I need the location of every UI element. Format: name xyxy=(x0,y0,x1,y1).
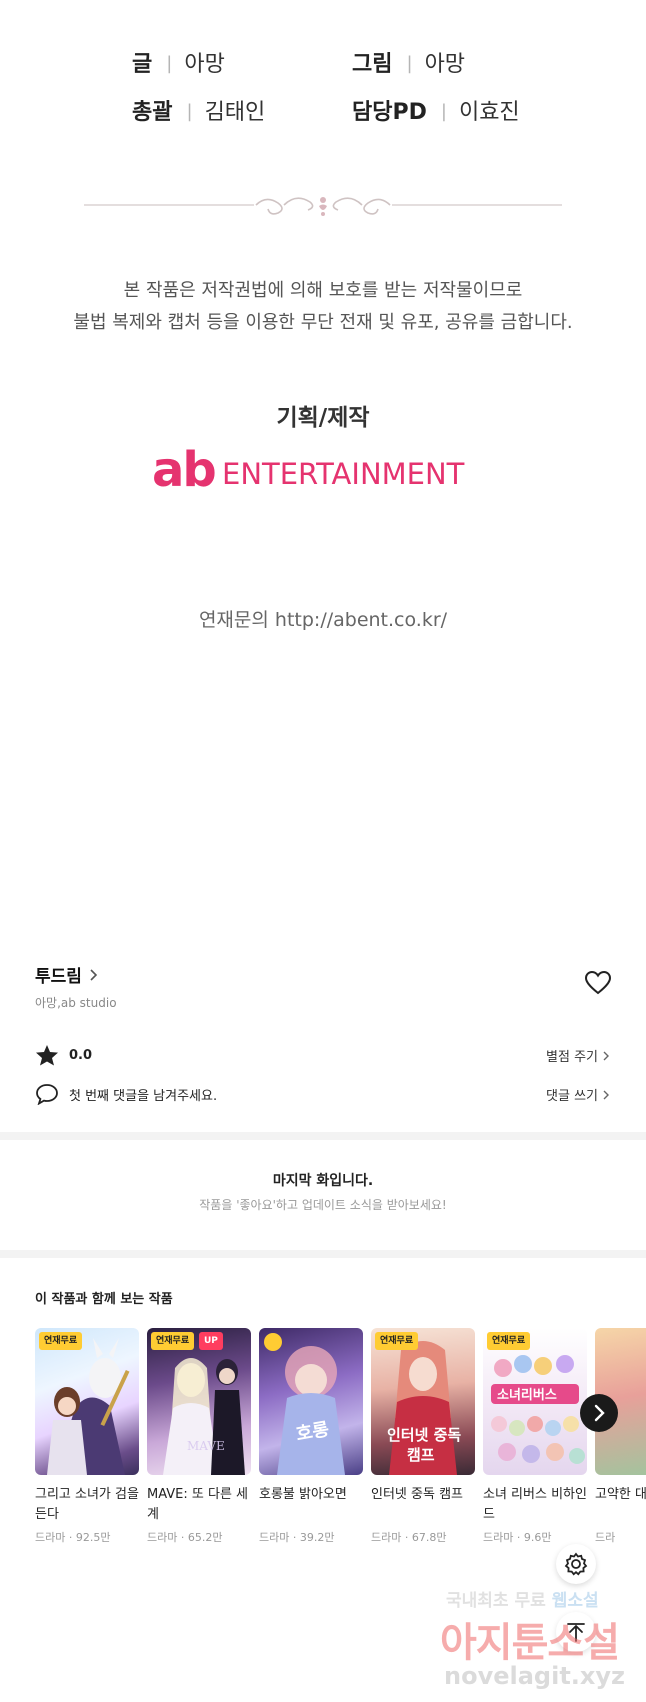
up-badge: UP xyxy=(199,1332,223,1350)
work-authors: 아망,ab studio xyxy=(35,996,117,1010)
credit-separator: | xyxy=(166,53,173,74)
free-badge: 연재무료 xyxy=(375,1332,419,1350)
thumbnail-art: 소녀리버스 xyxy=(491,1355,585,1464)
credit-name: 이효진 xyxy=(458,100,520,125)
rec-thumbnail: 인터넷 중독 캠프 연재무료 xyxy=(371,1328,475,1475)
last-episode-title: 마지막 화입니다. xyxy=(272,1173,374,1189)
chevron-right-icon xyxy=(90,968,98,981)
rate-button[interactable]: 별점 주기 xyxy=(546,1046,610,1065)
notice-line-1: 본 작품은 저작권법에 의해 보호를 받는 저작물이므로 xyxy=(123,280,523,301)
rec-title: 인터넷 중독 캠프 xyxy=(371,1487,463,1502)
rec-item[interactable]: 고약한 대 드라 xyxy=(595,1328,646,1545)
svg-text:MAVE: MAVE xyxy=(187,1439,225,1453)
chevron-right-icon xyxy=(603,1090,609,1099)
free-badge: 연재무료 xyxy=(151,1332,195,1350)
chevron-right-icon xyxy=(603,1051,609,1060)
free-badge: 연재무료 xyxy=(39,1332,83,1350)
credit-writer: 글 | 아망 xyxy=(132,46,225,78)
watermark-tagline: 국내최초 무료 웹소설 xyxy=(446,1586,599,1611)
svg-text:캠프: 캠프 xyxy=(407,1446,435,1464)
credit-separator: | xyxy=(406,53,413,74)
recommendations-heading: 이 작품과 함께 보는 작품 xyxy=(35,1292,173,1307)
rec-item[interactable]: 인터넷 중독 캠프 연재무료 인터넷 중독 캠프 드라마 · 67.8만 xyxy=(371,1328,475,1545)
rating-value: 0.0 xyxy=(69,1047,93,1063)
star-icon xyxy=(36,1045,58,1066)
notice-line-2: 불법 복제와 캡처 등을 이용한 무단 전재 및 유포, 공유를 금합니다. xyxy=(73,312,573,333)
recommendations-list: 연재무료 그리고 소녀가 검을 든다 드라마 · 92.5만 MAVE 연재무료… xyxy=(35,1328,646,1558)
rec-title: 호롱불 밝아오면 xyxy=(259,1487,347,1502)
rec-meta: 드라마 · 9.6만 xyxy=(483,1531,552,1544)
thumbnail-art xyxy=(47,1338,130,1475)
thumbnail-art: MAVE xyxy=(163,1358,245,1475)
credits-block: 글 | 아망 그림 | 아망 총괄 | 김태인 담당PD | 이효진 xyxy=(0,40,646,130)
thumbnail-art: 인터넷 중독 캠프 xyxy=(387,1341,461,1475)
rec-title: 소녀 리버스 비하인드 xyxy=(483,1487,587,1522)
rec-meta: 드라 xyxy=(595,1531,616,1544)
work-title-link[interactable]: 투드림 xyxy=(35,962,98,987)
comment-label: 댓글 쓰기 xyxy=(546,1089,598,1104)
rec-thumbnail: 호롱 xyxy=(259,1328,363,1475)
last-episode-card: 마지막 화입니다. 작품을 '좋아요'하고 업데이트 소식을 받아보세요! xyxy=(0,1140,646,1250)
credit-separator: | xyxy=(186,101,193,122)
credit-role: 그림 xyxy=(352,52,393,77)
credit-artist: 그림 | 아망 xyxy=(352,46,465,78)
rec-item[interactable]: 연재무료 그리고 소녀가 검을 든다 드라마 · 92.5만 xyxy=(35,1328,139,1545)
carousel-next-button[interactable] xyxy=(580,1394,618,1432)
gear-icon xyxy=(564,1552,588,1576)
rec-meta: 드라마 · 65.2만 xyxy=(147,1531,223,1544)
credit-name: 아망 xyxy=(184,52,225,77)
watermark-brand: 아지툰소설 xyxy=(440,1620,620,1666)
comment-bubble-icon xyxy=(36,1084,58,1105)
heart-icon[interactable] xyxy=(584,970,612,996)
ornament-divider xyxy=(84,197,562,216)
rate-label: 별점 주기 xyxy=(546,1050,598,1065)
rec-meta: 드라마 · 67.8만 xyxy=(371,1531,447,1544)
recommendations-card: 이 작품과 함께 보는 작품 연재무료 그리고 소녀가 검을 든다 드라마 · … xyxy=(0,1258,646,1574)
serial-inquiry: 연재문의 http://abent.co.kr/ xyxy=(198,609,448,631)
copyright-notice: 본 작품은 저작권법에 의해 보호를 받는 저작물이므로 불법 복제와 캡처 등… xyxy=(0,275,646,339)
credit-role: 담당PD xyxy=(352,100,427,125)
credit-separator: | xyxy=(440,101,447,122)
last-episode-subtitle: 작품을 '좋아요'하고 업데이트 소식을 받아보세요! xyxy=(199,1198,447,1212)
work-title-card: 투드림 아망,ab studio 0.0 별점 주기 첫 번째 댓글을 남겨주세… xyxy=(0,940,646,1132)
credit-pd: 담당PD | 이효진 xyxy=(352,94,520,126)
write-comment-button[interactable]: 댓글 쓰기 xyxy=(546,1085,610,1104)
rec-item[interactable]: 소녀리버스 연재무료 소녀 리버스 비하인드 드라마 · 9.6만 xyxy=(483,1328,587,1545)
rec-thumbnail: MAVE 연재무료 UP xyxy=(147,1328,251,1475)
watermark-tagline-a: 국내최초 무료 xyxy=(446,1591,546,1611)
comment-prompt: 첫 번째 댓글을 남겨주세요. xyxy=(69,1088,218,1104)
rec-meta: 드라마 · 39.2만 xyxy=(259,1531,335,1544)
credit-name: 김태인 xyxy=(204,100,266,125)
rec-title: 그리고 소녀가 검을 든다 xyxy=(35,1487,139,1522)
watermark-tagline-b: 웹소설 xyxy=(551,1591,599,1611)
moon-icon xyxy=(264,1333,282,1351)
credit-name: 아망 xyxy=(424,52,466,77)
logo-ab: ab xyxy=(152,442,215,498)
rec-meta: 드라마 · 92.5만 xyxy=(35,1531,111,1544)
work-title: 투드림 xyxy=(35,967,82,987)
site-watermark: 국내최초 무료 웹소설 아지툰소설 novelagit.xyz xyxy=(440,1580,640,1698)
settings-button[interactable] xyxy=(556,1544,596,1584)
logo-wordmark: ENTERTAINMENT xyxy=(222,457,465,491)
ab-entertainment-logo: ab ENTERTAINMENT xyxy=(152,442,465,498)
rec-item[interactable]: 호롱 호롱불 밝아오면 드라마 · 39.2만 xyxy=(259,1328,363,1545)
rec-item[interactable]: MAVE 연재무료 UP MAVE: 또 다른 세계 드라마 · 65.2만 xyxy=(147,1328,251,1545)
credit-director: 총괄 | 김태인 xyxy=(132,94,265,126)
free-badge: 연재무료 xyxy=(487,1332,531,1350)
chevron-right-icon xyxy=(594,1404,605,1422)
svg-text:인터넷 중독: 인터넷 중독 xyxy=(387,1426,461,1444)
credit-role: 총괄 xyxy=(132,100,173,125)
svg-text:소녀리버스: 소녀리버스 xyxy=(497,1387,557,1403)
comment-row: 첫 번째 댓글을 남겨주세요. xyxy=(35,1083,217,1105)
credit-role: 글 xyxy=(132,52,153,77)
rec-thumbnail: 연재무료 xyxy=(35,1328,139,1475)
watermark-domain: novelagit.xyz xyxy=(444,1662,626,1690)
rating-row: 0.0 xyxy=(35,1044,92,1066)
rec-title: MAVE: 또 다른 세계 xyxy=(147,1487,249,1522)
production-label: 기획/제작 xyxy=(276,405,370,431)
rec-title: 고약한 대 xyxy=(595,1487,646,1502)
rec-thumbnail: 소녀리버스 연재무료 xyxy=(483,1328,587,1475)
